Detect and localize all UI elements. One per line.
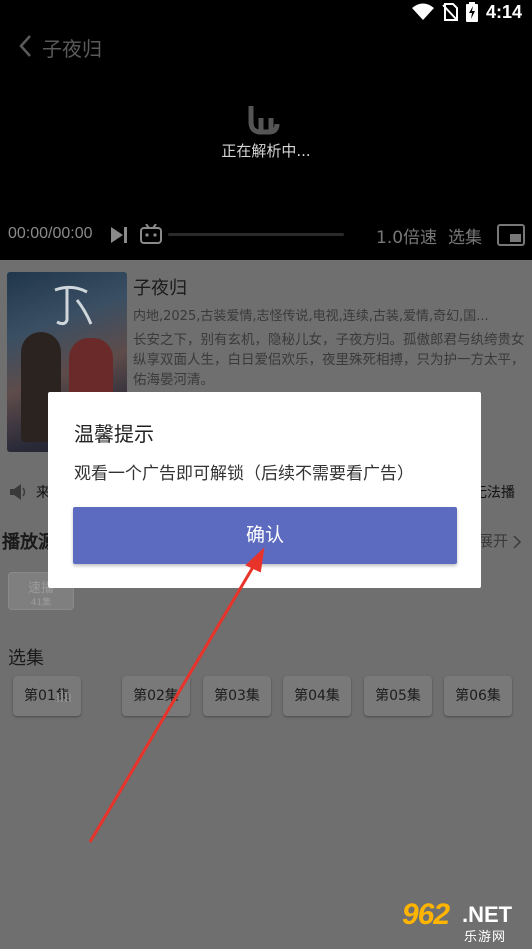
watermark-net: .NET [462,902,513,927]
confirm-button[interactable]: 确认 [73,507,457,564]
episode-button[interactable]: 第06集 [444,676,512,716]
episodes-heading: 选集 [8,648,44,669]
source-chip-count: 41集 [30,598,52,608]
progress-bar[interactable] [168,233,344,236]
show-title: 子夜归 [133,278,187,299]
poster-calligraphy [54,285,93,326]
unlock-dialog: 温馨提示 观看一个广告即可解锁（后续不需要看广告） 确认 [48,392,481,588]
notice-text-right: 无法播 [473,485,515,501]
clock: 4:14 [485,1,522,22]
video-player[interactable]: 子夜归 正在解析中... 00:00/00:00 1.0倍速 选集 [0,24,532,260]
danmaku-icon[interactable] [140,224,162,244]
episode-button[interactable]: 第04集 [283,676,351,716]
speed-button[interactable]: 1.0倍速 [376,223,437,248]
site-watermark: 962 .NET 乐游网 [394,896,528,945]
back-icon[interactable] [14,32,38,60]
episode-button[interactable]: 第01集 [13,676,81,716]
player-controls: 00:00/00:00 1.0倍速 选集 [0,222,532,248]
timecode: 00:00/00:00 [8,225,93,242]
status-bar: 4:14 [0,0,532,24]
playing-bars-icon [57,690,71,702]
show-tags: 内地,2025,古装爱情,志怪传说,电视,连续,古装,爱情,奇幻,国... [133,309,489,324]
battery-charging-icon [465,2,478,22]
dialog-message: 观看一个广告即可解锁（后续不需要看广告） [74,464,414,484]
parsing-status: 正在解析中... [221,142,311,160]
chevron-right-icon [513,534,522,549]
dialog-title: 温馨提示 [74,422,154,446]
watermark-site: 乐游网 [464,930,507,945]
sim-off-icon [442,3,458,21]
player-title: 子夜归 [42,37,102,61]
episode-button[interactable]: 第05集 [364,676,432,716]
play-icon[interactable] [110,226,128,244]
pip-icon[interactable] [497,224,525,246]
episode-button[interactable]: 第03集 [203,676,271,716]
expand-button[interactable]: 展开 [478,530,522,551]
episodes-button[interactable]: 选集 [448,223,482,248]
loading-icon [248,106,280,135]
show-description: 长安之下，别有玄机，隐秘儿女，子夜方归。孤傲郎君与纨绔贵女纵享双面人生，白日爱侣… [133,332,525,388]
watermark-number: 962 [402,898,450,931]
expand-label: 展开 [478,532,509,550]
speaker-icon [10,484,26,500]
wifi-icon [411,3,434,20]
episode-button[interactable]: 第02集 [122,676,190,716]
